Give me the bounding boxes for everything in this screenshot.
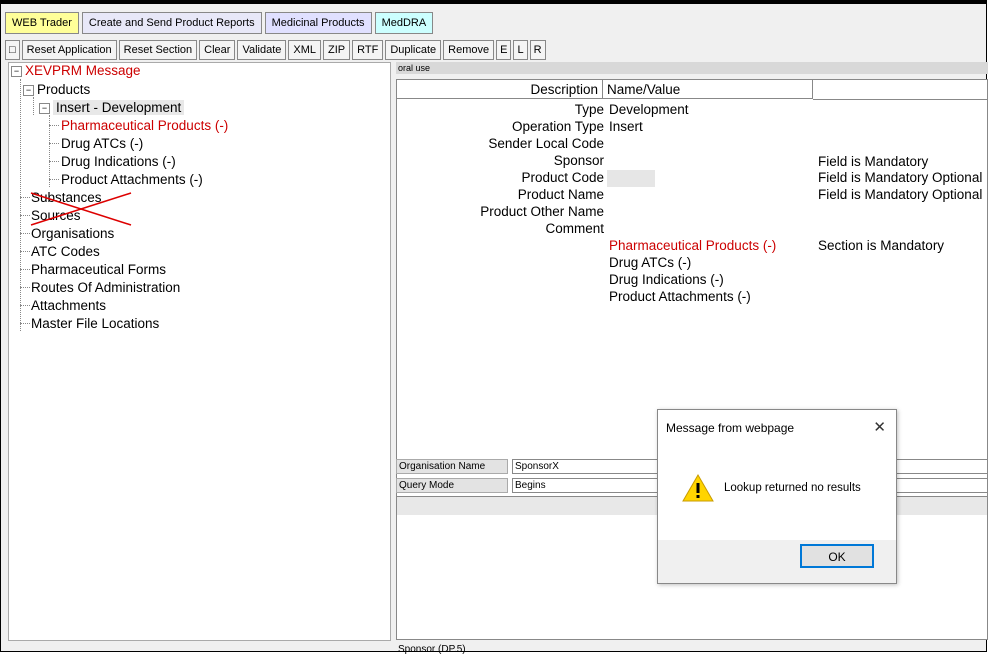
reset-application-button[interactable]: Reset Application [21,40,117,60]
tree-line [49,143,59,144]
tree-item-master-file-locations[interactable]: Master File Locations [31,316,159,331]
tree-line [20,323,30,324]
column-header-notes [813,80,987,100]
tab-create-send-reports[interactable]: Create and Send Product Reports [81,12,262,34]
tree-line [20,305,30,306]
grid-note: Field is Mandatory Optional [818,187,983,202]
grid-desc: Product Other Name [480,204,604,219]
column-header-description: Description [397,80,603,99]
message-dialog: Message from webpage ✕ Lookup returned n… [657,409,897,584]
query-mode-label: Query Mode [396,478,508,493]
grid-desc: Sponsor [553,153,604,168]
remove-button[interactable]: Remove [443,40,495,60]
collapse-icon[interactable]: − [11,66,22,77]
dialog-titlebar: Message from webpage ✕ [658,410,896,444]
navigation-tree: − XEVPRM Message − Products − Insert - Deve… [8,62,391,641]
tree-item-insert-development[interactable]: − Insert - Development [39,100,185,115]
toolbar: □ Reset Application Reset Section Clear … [5,40,546,60]
tree-line [20,287,30,288]
tree-line [33,97,34,115]
tree-item-label: Insert - Development [53,100,185,115]
tab-web-trader[interactable]: WEB Trader [5,12,79,34]
l-button[interactable]: L [513,40,528,60]
grid-desc: Operation Type [511,119,604,134]
tree-item-product-attachments[interactable]: Product Attachments (-) [61,172,203,187]
tree-item-products[interactable]: − Products [23,82,90,97]
tree-item-pharmaceutical-products[interactable]: Pharmaceutical Products (-) [61,118,228,133]
grid-desc: Product Name [517,187,604,202]
tree-item-pharmaceutical-forms[interactable]: Pharmaceutical Forms [31,262,166,277]
dialog-message: Lookup returned no results [724,482,861,494]
section-bar: oral use [396,62,988,74]
clear-button[interactable]: Clear [199,40,236,60]
tree-line [20,79,21,331]
organisation-name-label: Organisation Name [396,459,508,474]
tree-item-atc-codes[interactable]: ATC Codes [31,244,100,259]
tree-line [20,233,30,234]
r-button[interactable]: R [529,40,546,60]
rtf-button[interactable]: RTF [352,40,384,60]
tab-medicinal-products[interactable]: Medicinal Products [264,12,372,34]
cross-out-mark [30,192,132,226]
duplicate-button[interactable]: Duplicate [385,40,442,60]
grid-note: Field is Mandatory [818,154,929,169]
sponsor-lookup-field[interactable] [607,170,655,187]
column-header-name-value: Name/Value [603,80,813,99]
tab-meddra[interactable]: MedDRA [374,12,434,34]
reset-section-button[interactable]: Reset Section [118,40,198,60]
section-link-drug-atcs[interactable]: Drug ATCs (-) [609,255,691,270]
section-link-drug-indications[interactable]: Drug Indications (-) [609,272,724,287]
dialog-title: Message from webpage [666,421,795,435]
close-icon[interactable]: ✕ [873,418,886,436]
grid-desc: Sender Local Code [488,136,604,151]
tree-item-xevprm-message[interactable]: − XEVPRM Message [11,63,141,78]
validate-button[interactable]: Validate [237,40,287,60]
square-icon[interactable]: □ [5,40,20,60]
grid-desc: Comment [545,221,604,236]
tree-item-attachments[interactable]: Attachments [31,298,106,313]
grid-value[interactable]: Insert [609,119,643,134]
tree-line [49,161,59,162]
section-link-product-attachments[interactable]: Product Attachments (-) [609,289,751,304]
grid-desc: Product Code [521,170,604,185]
collapse-icon[interactable]: − [39,103,50,114]
tree-line [49,125,59,126]
grid-desc: Type [574,102,604,117]
grid-value[interactable]: Development [609,102,689,117]
xml-button[interactable]: XML [288,40,321,60]
grid-note: Field is Mandatory Optional [818,170,983,185]
tree-item-label: Products [37,82,91,97]
app-frame: WEB Trader Create and Send Product Repor… [0,0,988,655]
tree-line [49,179,59,180]
grid-note: Section is Mandatory [818,238,945,253]
tree-item-drug-indications[interactable]: Drug Indications (-) [61,154,176,169]
tree-line [20,251,30,252]
top-tabs: WEB Trader Create and Send Product Repor… [5,12,434,34]
tree-item-label: XEVPRM Message [25,63,141,78]
tree-item-routes-of-administration[interactable]: Routes Of Administration [31,280,180,295]
zip-button[interactable]: ZIP [323,40,351,60]
tree-line [20,269,30,270]
e-button[interactable]: E [496,40,512,60]
dialog-body: Lookup returned no results [658,444,896,540]
status-footer: Sponsor (DP.5) [398,644,466,655]
tree-item-drug-atcs[interactable]: Drug ATCs (-) [61,136,143,151]
ok-button[interactable]: OK [800,544,874,568]
warning-icon [682,474,714,502]
collapse-icon[interactable]: − [23,85,34,96]
section-link-pharmaceutical-products[interactable]: Pharmaceutical Products (-) [609,238,776,253]
